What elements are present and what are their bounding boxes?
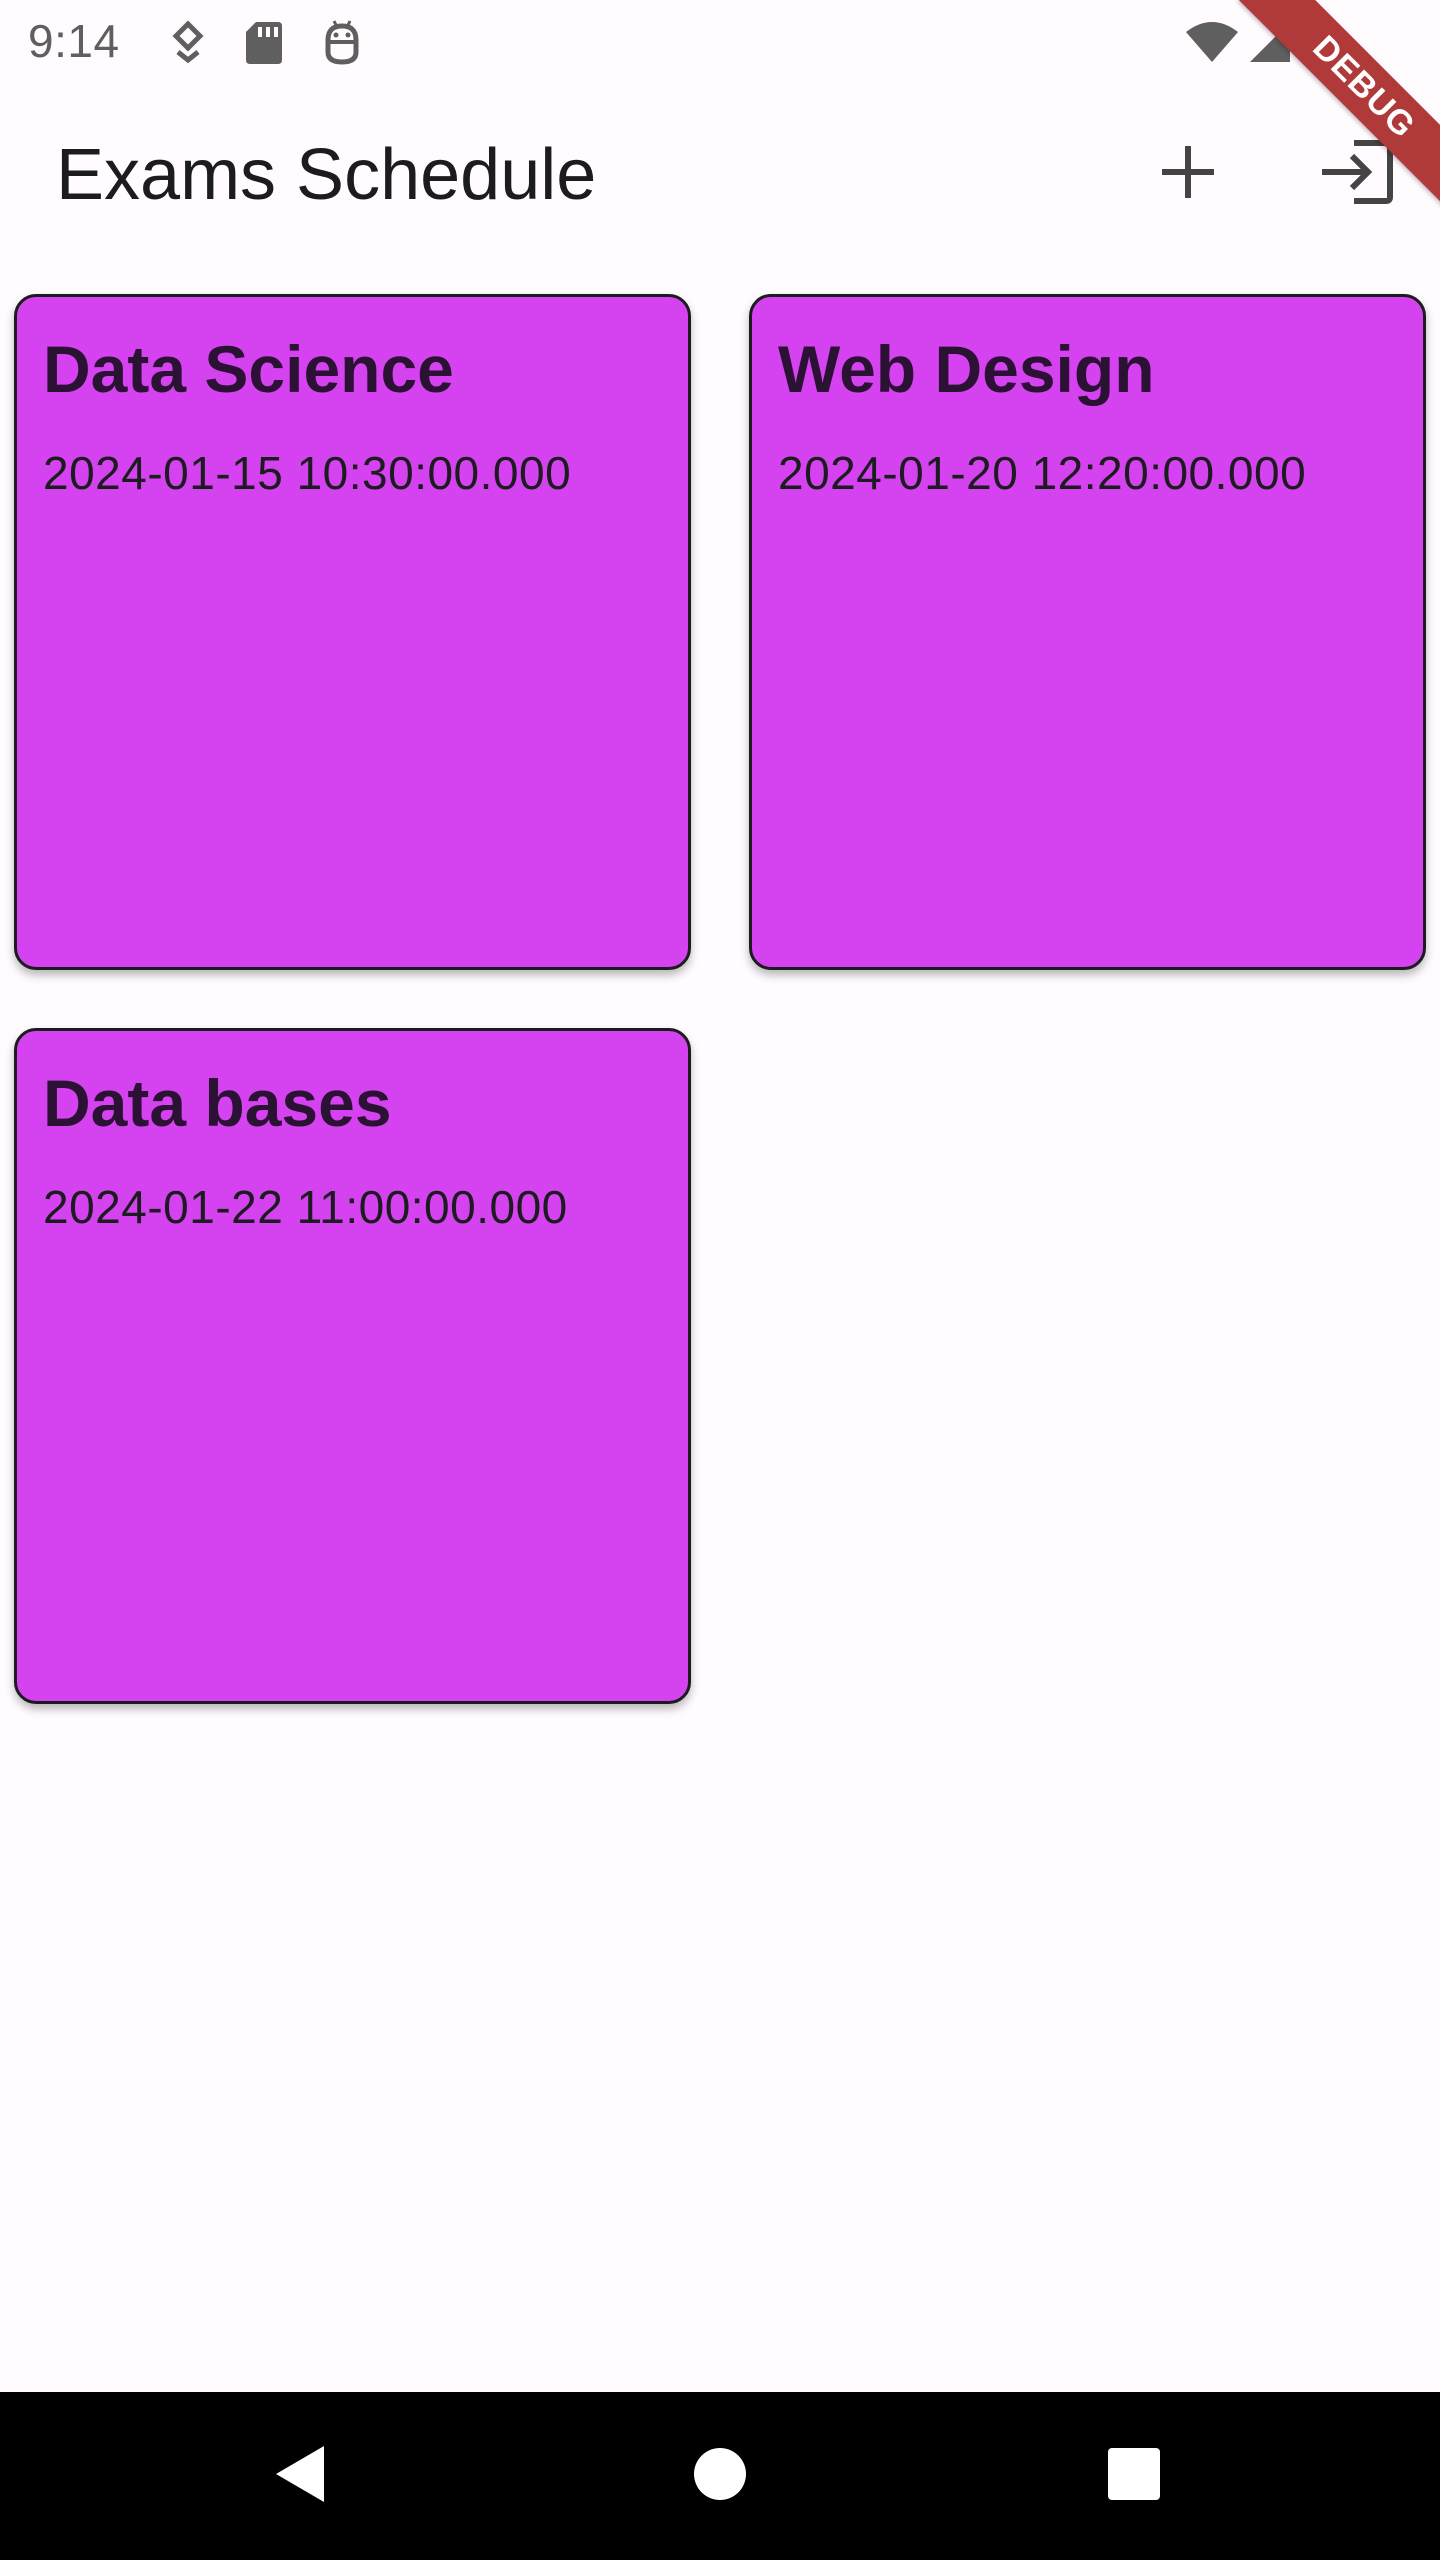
back-icon (270, 2442, 330, 2511)
exam-datetime: 2024-01-15 10:30:00.000 (43, 446, 572, 499)
android-debug-icon (318, 18, 366, 66)
home-icon (692, 2446, 748, 2507)
status-time: 9:14 (28, 15, 120, 67)
exam-title: Data Science (43, 332, 454, 406)
plus-icon (1158, 142, 1218, 207)
status-bar: 9:14 (0, 0, 1440, 84)
sd-card-icon (240, 18, 288, 66)
add-button[interactable] (1138, 124, 1238, 224)
wifi-icon (1184, 18, 1240, 66)
nav-back-button[interactable] (250, 2426, 350, 2526)
location-pin-icon (164, 18, 212, 66)
exam-datetime: 2024-01-20 12:20:00.000 (778, 446, 1307, 499)
exam-title: Web Design (778, 332, 1155, 406)
page-title: Exams Schedule (56, 135, 597, 215)
recents-icon (1106, 2446, 1162, 2507)
exam-datetime: 2024-01-22 11:00:00.000 (43, 1180, 568, 1233)
exam-card[interactable]: Data bases 2024-01-22 11:00:00.000 (14, 1028, 691, 1704)
exam-grid: Data Science 2024-01-15 10:30:00.000 Web… (14, 294, 1426, 1704)
login-icon (1318, 139, 1394, 210)
nav-home-button[interactable] (670, 2426, 770, 2526)
exam-card[interactable]: Data Science 2024-01-15 10:30:00.000 (14, 294, 691, 970)
nav-recents-button[interactable] (1084, 2426, 1184, 2526)
app-bar: Exams Schedule (0, 84, 1440, 280)
system-nav-bar (0, 2392, 1440, 2560)
exam-card[interactable]: Web Design 2024-01-20 12:20:00.000 (749, 294, 1426, 970)
exam-title: Data bases (43, 1066, 392, 1140)
screen: 9:14 DEBUG Exams Schedule Data Science 2… (0, 0, 1440, 2560)
